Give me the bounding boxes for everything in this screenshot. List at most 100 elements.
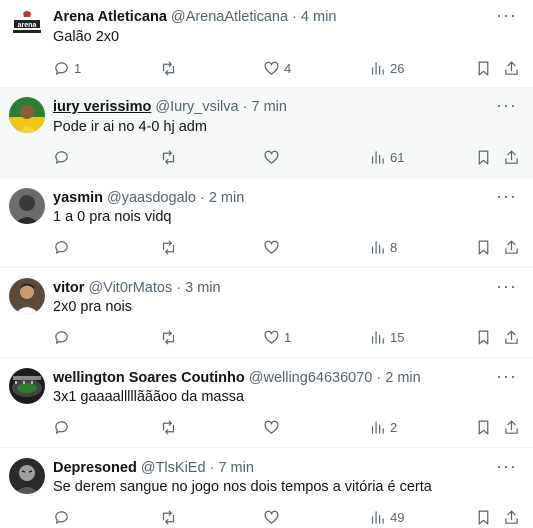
share-button[interactable] (503, 416, 520, 438)
views-button[interactable]: 49 (369, 506, 404, 528)
avatar[interactable] (9, 97, 45, 133)
separator-dot: · (242, 99, 248, 115)
retweet-icon (162, 61, 175, 75)
reply-button[interactable] (53, 416, 74, 438)
share-button[interactable] (503, 236, 520, 258)
views-bars-icon (371, 510, 384, 524)
share-button[interactable] (503, 506, 520, 528)
bookmark-button[interactable] (475, 236, 492, 258)
like-count: 1 (284, 329, 292, 345)
like-button[interactable] (263, 146, 284, 168)
user-handle[interactable]: @welling64636070 (249, 370, 373, 386)
tweet[interactable]: arena Arena Atleticana @ArenaAtleticana … (0, 0, 533, 88)
bookmark-icon (478, 420, 489, 434)
bookmark-icon (478, 330, 489, 344)
views-button[interactable]: 61 (369, 146, 404, 168)
like-button[interactable]: 1 (263, 326, 291, 348)
timestamp[interactable]: 7 min (251, 99, 286, 115)
reply-icon (55, 420, 68, 434)
like-button[interactable] (263, 236, 284, 258)
more-dots-icon[interactable]: ··· (496, 457, 517, 475)
bookmark-button[interactable] (475, 416, 492, 438)
reply-button[interactable] (53, 326, 74, 348)
timestamp[interactable]: 2 min (209, 190, 244, 206)
display-name[interactable]: vitor (53, 280, 84, 296)
separator-dot: · (376, 370, 382, 386)
avatar[interactable] (9, 368, 45, 404)
timestamp[interactable]: 4 min (301, 9, 336, 25)
retweet-button[interactable] (160, 236, 181, 258)
tweet[interactable]: vitor @Vit0rMatos · 3 min ··· 2x0 pra no… (0, 268, 533, 358)
reply-button[interactable] (53, 146, 74, 168)
retweet-button[interactable] (160, 326, 181, 348)
bookmark-button[interactable] (475, 326, 492, 348)
display-name[interactable]: Arena Atleticana (53, 9, 167, 25)
user-handle[interactable]: @Vit0rMatos (88, 280, 172, 296)
avatar[interactable]: arena (9, 7, 45, 43)
display-name[interactable]: yasmin (53, 190, 103, 206)
like-button[interactable] (263, 506, 284, 528)
bookmark-icon (478, 240, 489, 254)
share-icon (505, 420, 518, 434)
views-button[interactable]: 2 (369, 416, 397, 438)
more-dots-icon[interactable]: ··· (496, 6, 517, 24)
heart-icon (264, 61, 279, 75)
more-dots-icon[interactable]: ··· (496, 367, 517, 385)
more-dots-icon[interactable]: ··· (496, 96, 517, 114)
reply-button[interactable] (53, 236, 74, 258)
more-dots-icon[interactable]: ··· (496, 277, 517, 295)
view-count: 2 (390, 419, 398, 435)
timestamp[interactable]: 2 min (385, 370, 420, 386)
bookmark-button[interactable] (475, 506, 492, 528)
display-name[interactable]: iury verissimo (53, 99, 151, 115)
heart-icon (264, 150, 279, 164)
user-handle[interactable]: @TlsKiEd (141, 460, 206, 476)
avatar[interactable] (9, 188, 45, 224)
tweet[interactable]: Depresoned @TlsKiEd · 7 min ··· Se derem… (0, 448, 533, 525)
display-name[interactable]: wellington Soares Coutinho (53, 370, 245, 386)
retweet-button[interactable] (160, 57, 181, 79)
tweet[interactable]: wellington Soares Coutinho @welling64636… (0, 358, 533, 448)
tweet[interactable]: iury verissimo @Iury_vsilva · 7 min ··· … (0, 88, 533, 178)
views-button[interactable]: 26 (369, 57, 404, 79)
avatar[interactable] (9, 458, 45, 494)
like-button[interactable]: 4 (263, 57, 291, 79)
like-button[interactable] (263, 416, 284, 438)
heart-icon (264, 420, 279, 434)
views-button[interactable]: 8 (369, 236, 397, 258)
retweet-icon (162, 420, 175, 434)
svg-text:arena: arena (18, 22, 37, 29)
retweet-icon (162, 330, 175, 344)
retweet-button[interactable] (160, 416, 181, 438)
views-button[interactable]: 15 (369, 326, 404, 348)
timestamp[interactable]: 7 min (218, 460, 253, 476)
share-button[interactable] (503, 57, 520, 79)
user-handle[interactable]: @ArenaAtleticana (171, 9, 288, 25)
retweet-button[interactable] (160, 146, 181, 168)
view-count: 61 (390, 149, 405, 165)
separator-dot: · (209, 460, 215, 476)
retweet-button[interactable] (160, 506, 181, 528)
reply-count: 1 (74, 60, 82, 76)
user-handle[interactable]: @Iury_vsilva (155, 99, 238, 115)
view-count: 15 (390, 329, 405, 345)
bookmark-button[interactable] (475, 146, 492, 168)
bookmark-button[interactable] (475, 57, 492, 79)
avatar[interactable] (9, 278, 45, 314)
view-count: 26 (390, 60, 405, 76)
heart-icon (264, 510, 279, 524)
retweet-icon (162, 240, 175, 254)
timestamp[interactable]: 3 min (185, 280, 220, 296)
reply-button[interactable] (53, 506, 74, 528)
reply-icon (55, 330, 68, 344)
display-name[interactable]: Depresoned (53, 460, 137, 476)
user-handle[interactable]: @yaasdogalo (107, 190, 196, 206)
share-icon (505, 240, 518, 254)
share-button[interactable] (503, 326, 520, 348)
reply-button[interactable]: 1 (53, 57, 81, 79)
reply-icon (55, 150, 68, 164)
more-dots-icon[interactable]: ··· (496, 187, 517, 205)
bookmark-icon (478, 61, 489, 75)
share-button[interactable] (503, 146, 520, 168)
tweet[interactable]: yasmin @yaasdogalo · 2 min ··· 1 a 0 pra… (0, 178, 533, 268)
